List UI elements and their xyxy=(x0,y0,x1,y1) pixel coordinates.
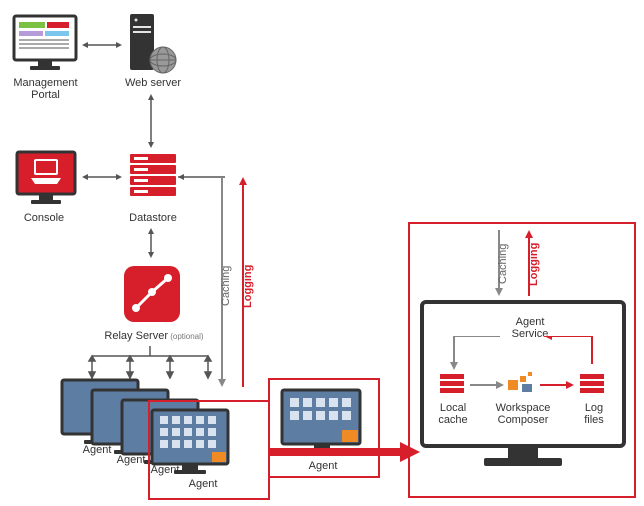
relay-server-label: Relay Server (optional) xyxy=(104,330,204,342)
datastore-label: Datastore xyxy=(118,212,188,224)
arrow-console-to-datastore xyxy=(82,172,122,182)
local-cache-label: Local cache xyxy=(430,402,476,426)
relay-server-icon xyxy=(120,262,184,326)
datastore-icon xyxy=(128,150,178,206)
log-files-icon xyxy=(578,372,606,400)
single-agent-box xyxy=(268,378,380,478)
logging-label-left: Logging xyxy=(242,256,254,316)
arrow-datastore-to-relay xyxy=(146,228,156,258)
caching-label-detail: Caching xyxy=(497,240,509,288)
big-red-arrow xyxy=(270,442,420,462)
web-server-label: Web server xyxy=(118,77,188,89)
relay-fanout xyxy=(80,346,220,380)
arrow-mgmt-to-web xyxy=(82,40,122,50)
agent-service-connectors xyxy=(432,336,612,372)
logging-label-detail: Logging xyxy=(528,240,540,288)
workspace-composer-icon xyxy=(506,370,536,394)
workspace-composer-label: Workspace Composer xyxy=(490,402,556,426)
caching-label-left: Caching xyxy=(220,256,232,316)
arrow-web-to-datastore xyxy=(146,94,156,148)
globe-icon xyxy=(148,45,178,75)
console-icon xyxy=(15,150,77,208)
log-files-label: Log files xyxy=(574,402,614,426)
management-portal-icon xyxy=(12,14,78,74)
selected-agent-box xyxy=(148,400,270,500)
management-portal-label: Management Portal xyxy=(8,77,83,101)
arrow-composer-to-log xyxy=(540,380,574,390)
console-label: Console xyxy=(14,212,74,224)
local-cache-icon xyxy=(438,372,466,400)
arrow-cache-to-composer xyxy=(470,380,504,390)
